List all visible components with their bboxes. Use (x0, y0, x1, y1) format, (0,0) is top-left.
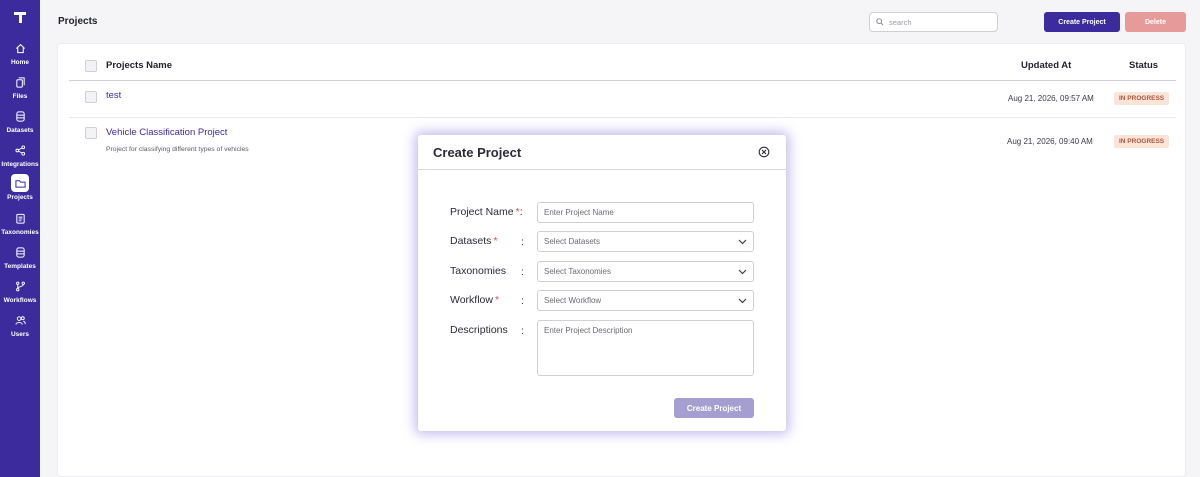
search-box[interactable] (869, 12, 998, 32)
taxonomies-select[interactable]: Select Taxonomies (537, 261, 754, 282)
search-input[interactable] (889, 17, 989, 27)
workflow-select[interactable]: Select Workflow (537, 290, 754, 311)
sidebar-item-label: Taxonomies (1, 229, 39, 236)
column-header-status[interactable]: Status (1129, 60, 1158, 71)
row-checkbox[interactable] (85, 127, 97, 139)
taxonomies-select-placeholder: Select Taxonomies (544, 267, 611, 276)
app-logo-icon[interactable] (12, 9, 28, 25)
sidebar-item-label: Templates (4, 263, 36, 270)
project-description: Project for classifying different types … (106, 146, 249, 153)
sidebar-item-integrations[interactable]: Integrations (0, 140, 40, 172)
label-colon: : (521, 295, 524, 307)
sidebar-item-datasets[interactable]: Datasets (0, 106, 40, 138)
workflow-label: Workflow * (450, 294, 499, 306)
datasets-select[interactable]: Select Datasets (537, 231, 754, 252)
chevron-down-icon (738, 298, 747, 303)
chevron-down-icon (738, 239, 747, 244)
status-badge: IN PROGRESS (1114, 92, 1170, 105)
sidebar-item-taxonomies[interactable]: Taxonomies (0, 208, 40, 240)
branch-icon (11, 277, 29, 295)
descriptions-label-text: Descriptions (450, 324, 508, 336)
share-icon (11, 141, 29, 159)
taxonomies-label-text: Taxonomies (450, 265, 507, 277)
workflow-select-placeholder: Select Workflow (544, 296, 602, 305)
home-icon (11, 39, 29, 57)
modal-create-project-button[interactable]: Create Project (674, 398, 754, 418)
database-icon (11, 107, 29, 125)
database-icon (11, 243, 29, 261)
header-divider (69, 80, 1176, 81)
sidebar-item-templates[interactable]: Templates (0, 242, 40, 274)
select-all-checkbox[interactable] (85, 60, 97, 72)
required-mark: * (494, 294, 500, 306)
label-colon: : (521, 325, 524, 337)
project-name-link[interactable]: Vehicle Classification Project (106, 127, 227, 138)
descriptions-label: Descriptions (450, 324, 508, 336)
row-divider (69, 117, 1176, 118)
descriptions-textarea[interactable] (537, 320, 754, 376)
close-icon[interactable] (758, 146, 770, 158)
sidebar-item-label: Projects (7, 194, 33, 201)
create-project-button[interactable]: Create Project (1044, 12, 1120, 32)
delete-button[interactable]: Delete (1125, 12, 1186, 32)
sidebar-item-label: Datasets (6, 127, 34, 134)
sidebar-item-workflows[interactable]: Workflows (0, 276, 40, 308)
taxonomies-label: Taxonomies (450, 265, 506, 277)
users-icon (11, 311, 29, 329)
column-header-updated[interactable]: Updated At (1021, 60, 1071, 71)
project-name-label: Project Name *: (450, 206, 523, 218)
sidebar-item-label: Integrations (1, 161, 39, 168)
required-mark: * (493, 235, 498, 247)
page-title: Projects (58, 16, 98, 27)
sidebar: Home Files Datasets Integrations Project… (0, 0, 40, 477)
status-badge: IN PROGRESS (1114, 135, 1170, 148)
sidebar-item-home[interactable]: Home (0, 38, 40, 70)
column-header-name[interactable]: Projects Name (106, 60, 172, 71)
sidebar-item-label: Files (12, 93, 28, 100)
updated-at: Aug 21, 2026, 09:40 AM (1007, 137, 1093, 146)
clipboard-icon (11, 209, 29, 227)
sidebar-item-projects[interactable]: Projects (0, 173, 40, 205)
chevron-down-icon (738, 269, 747, 274)
sidebar-item-files[interactable]: Files (0, 72, 40, 104)
files-icon (11, 73, 29, 91)
project-name-input[interactable] (537, 202, 754, 223)
project-name-link[interactable]: test (106, 90, 121, 101)
project-name-label-text: Project Name (450, 206, 514, 218)
label-colon: : (521, 236, 524, 248)
row-checkbox[interactable] (85, 91, 97, 103)
datasets-select-placeholder: Select Datasets (544, 237, 601, 246)
sidebar-item-label: Workflows (3, 297, 37, 304)
datasets-label-text: Datasets (450, 235, 492, 247)
search-icon (876, 18, 884, 26)
workflow-label-text: Workflow (450, 294, 493, 306)
sidebar-item-users[interactable]: Users (0, 310, 40, 342)
folder-icon (11, 174, 29, 192)
sidebar-item-label: Users (10, 331, 30, 338)
label-colon: : (521, 266, 524, 278)
sidebar-item-label: Home (10, 59, 30, 66)
modal-title: Create Project (433, 145, 522, 160)
modal-divider (418, 169, 786, 170)
datasets-label: Datasets * (450, 235, 498, 247)
updated-at: Aug 21, 2026, 09:57 AM (1008, 94, 1094, 103)
label-colon: : (519, 206, 523, 218)
create-project-modal: Create Project Project Name*: Datasets* … (418, 135, 786, 431)
